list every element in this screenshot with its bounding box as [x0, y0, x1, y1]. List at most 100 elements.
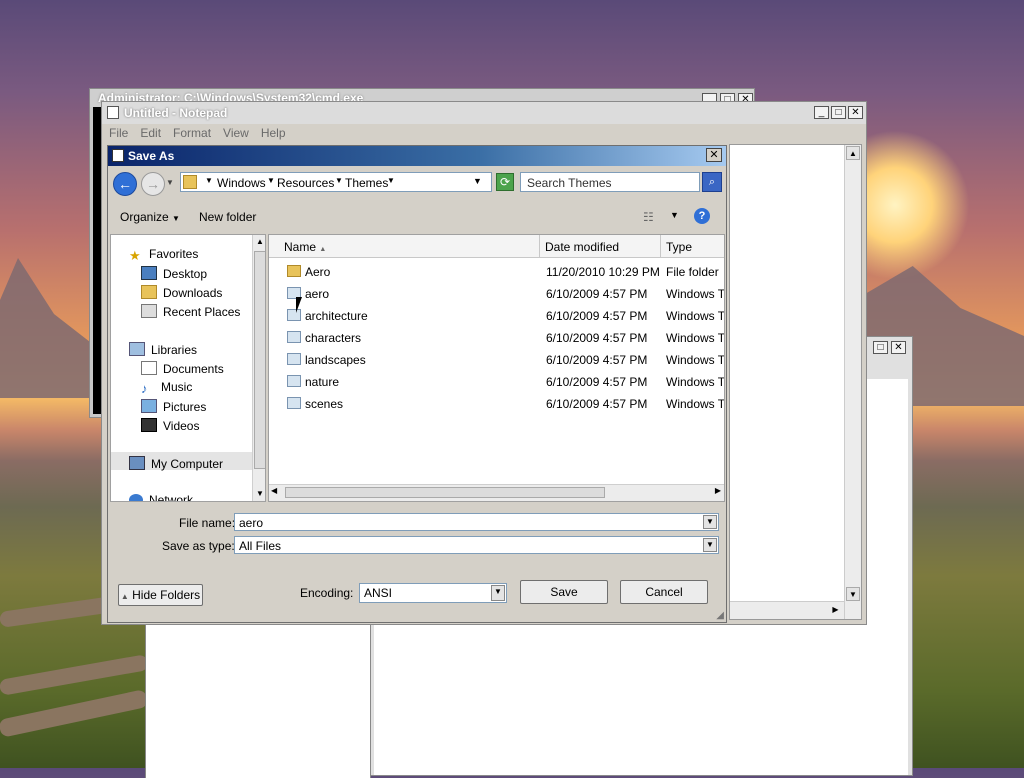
network-icon: [129, 494, 143, 501]
chevron-down-icon[interactable]: ▼: [703, 515, 717, 529]
horizontal-scrollbar[interactable]: ▶: [730, 601, 844, 619]
back-arrow-icon[interactable]: ←: [113, 172, 137, 196]
menu-edit[interactable]: Edit: [133, 124, 166, 140]
scroll-right-icon[interactable]: ▶: [829, 603, 842, 616]
star-icon: ★: [129, 248, 141, 263]
save-as-dialog: Save As ✕ ← → ▼ ▼ Windows ▼ Resources ▼ …: [107, 145, 727, 623]
chevron-down-icon[interactable]: ▼: [670, 210, 679, 220]
vertical-scrollbar[interactable]: ▲ ▼: [844, 145, 861, 619]
views-icon[interactable]: ☷: [643, 210, 654, 224]
scroll-down-icon[interactable]: ▼: [253, 487, 265, 501]
address-bar[interactable]: ▼ Windows ▼ Resources ▼ Themes ▼ ▼: [180, 172, 492, 192]
nav-desktop[interactable]: Desktop: [141, 266, 207, 281]
column-divider[interactable]: [660, 235, 661, 257]
save-button[interactable]: Save: [520, 580, 608, 604]
breadcrumb-windows[interactable]: Windows: [217, 176, 266, 190]
scroll-up-icon[interactable]: ▲: [253, 235, 265, 249]
breadcrumb-resources[interactable]: Resources: [277, 176, 334, 190]
file-row[interactable]: landscapes 6/10/2009 4:57 PM Windows The: [269, 349, 724, 371]
chevron-down-icon[interactable]: ▼: [491, 585, 505, 601]
nav-libraries[interactable]: Libraries: [129, 342, 197, 357]
maximize-button[interactable]: □: [831, 106, 846, 119]
nav-label: Desktop: [163, 267, 208, 281]
search-input[interactable]: Search Themes: [520, 172, 700, 192]
scroll-right-icon[interactable]: ▶: [715, 486, 721, 495]
file-type: File folder: [666, 265, 719, 279]
file-name-input[interactable]: aero ▼: [234, 513, 719, 531]
menu-help[interactable]: Help: [254, 124, 291, 140]
encoding-select[interactable]: ANSI ▼: [359, 583, 507, 603]
file-date: 6/10/2009 4:57 PM: [546, 353, 648, 367]
nav-label: Favorites: [149, 247, 199, 261]
nav-documents[interactable]: Documents: [141, 361, 224, 376]
hide-folders-label: Hide Folders: [132, 588, 201, 602]
nav-label: Videos: [163, 419, 200, 433]
scroll-up-icon[interactable]: ▲: [846, 146, 860, 160]
nav-pictures[interactable]: Pictures: [141, 399, 206, 414]
forward-arrow-icon[interactable]: →: [141, 172, 165, 196]
nav-my-computer[interactable]: My Computer: [129, 456, 223, 471]
file-row[interactable]: Aero 11/20/2010 10:29 PM File folder: [269, 261, 724, 283]
nav-downloads[interactable]: Downloads: [141, 285, 222, 300]
file-list-header: Name ▲ Date modified Type: [269, 235, 724, 258]
nav-videos[interactable]: Videos: [141, 418, 199, 433]
hide-folders-button[interactable]: ▲ Hide Folders: [118, 584, 203, 606]
file-row[interactable]: architecture 6/10/2009 4:57 PM Windows The: [269, 305, 724, 327]
minimize-button[interactable]: _: [814, 106, 829, 119]
file-row[interactable]: aero 6/10/2009 4:57 PM Windows The: [269, 283, 724, 305]
file-row[interactable]: characters 6/10/2009 4:57 PM Windows The: [269, 327, 724, 349]
notepad-text-area[interactable]: ▲ ▼ ▶: [729, 144, 862, 620]
notepad-titlebar: Untitled - Notepad _ □ ✕: [102, 102, 866, 124]
wallpaper-fence: [0, 654, 150, 696]
scroll-thumb[interactable]: [285, 487, 605, 498]
notepad-icon: [112, 149, 124, 162]
save-type-select[interactable]: All Files ▼: [234, 536, 719, 554]
menu-format[interactable]: Format: [166, 124, 216, 140]
scroll-left-icon[interactable]: ◀: [271, 486, 277, 495]
scroll-thumb[interactable]: [254, 251, 265, 469]
help-icon[interactable]: ?: [694, 208, 710, 224]
close-button[interactable]: ✕: [891, 341, 906, 354]
search-icon[interactable]: ⌕: [702, 172, 722, 192]
maximize-button[interactable]: □: [873, 341, 888, 354]
nav-recent-places[interactable]: Recent Places: [141, 304, 240, 319]
file-name: architecture: [305, 309, 368, 323]
nav-music[interactable]: ♪ Music: [141, 380, 192, 396]
horizontal-scrollbar[interactable]: ◀ ▶: [269, 484, 724, 501]
menu-view[interactable]: View: [216, 124, 254, 140]
chevron-right-icon[interactable]: ▼: [335, 176, 343, 185]
column-divider[interactable]: [539, 235, 540, 257]
close-button[interactable]: ✕: [848, 106, 863, 119]
column-type[interactable]: Type: [666, 240, 692, 254]
file-name: characters: [305, 331, 362, 345]
column-date[interactable]: Date modified: [545, 240, 619, 254]
chevron-right-icon[interactable]: ▼: [267, 176, 275, 185]
chevron-down-icon[interactable]: ▼: [703, 538, 717, 552]
resize-grip-icon[interactable]: ◢: [716, 610, 724, 621]
nav-favorites[interactable]: ★ Favorites: [129, 247, 199, 263]
refresh-icon[interactable]: ⟳: [496, 173, 514, 191]
file-date: 11/20/2010 10:29 PM: [546, 265, 660, 279]
address-dropdown-icon[interactable]: ▼: [473, 176, 482, 186]
chevron-down-icon[interactable]: ▼: [166, 178, 174, 187]
column-name[interactable]: Name ▲: [284, 240, 326, 254]
chevron-right-icon[interactable]: ▼: [387, 176, 395, 185]
chevron-right-icon[interactable]: ▼: [205, 176, 213, 185]
navigation-bar: ← → ▼ ▼ Windows ▼ Resources ▼ Themes ▼ ▼…: [108, 168, 726, 202]
file-date: 6/10/2009 4:57 PM: [546, 309, 648, 323]
breadcrumb-themes[interactable]: Themes: [345, 176, 388, 190]
nav-network[interactable]: Network: [129, 493, 193, 501]
theme-icon: [287, 397, 301, 409]
theme-icon: [287, 353, 301, 365]
close-button[interactable]: ✕: [706, 148, 722, 162]
menu-file[interactable]: File: [102, 124, 133, 140]
file-row[interactable]: scenes 6/10/2009 4:57 PM Windows The: [269, 393, 724, 415]
command-toolbar: Organize ▼ New folder ☷ ▼ ?: [108, 204, 726, 230]
vertical-scrollbar[interactable]: ▲ ▼: [252, 235, 265, 501]
scroll-down-icon[interactable]: ▼: [846, 587, 860, 601]
new-folder-button[interactable]: New folder: [199, 210, 256, 224]
cancel-button[interactable]: Cancel: [620, 580, 708, 604]
organize-button[interactable]: Organize ▼: [120, 210, 180, 224]
file-row[interactable]: nature 6/10/2009 4:57 PM Windows The: [269, 371, 724, 393]
navigation-pane: ★ Favorites Desktop Downloads Recent Plac…: [110, 234, 266, 502]
